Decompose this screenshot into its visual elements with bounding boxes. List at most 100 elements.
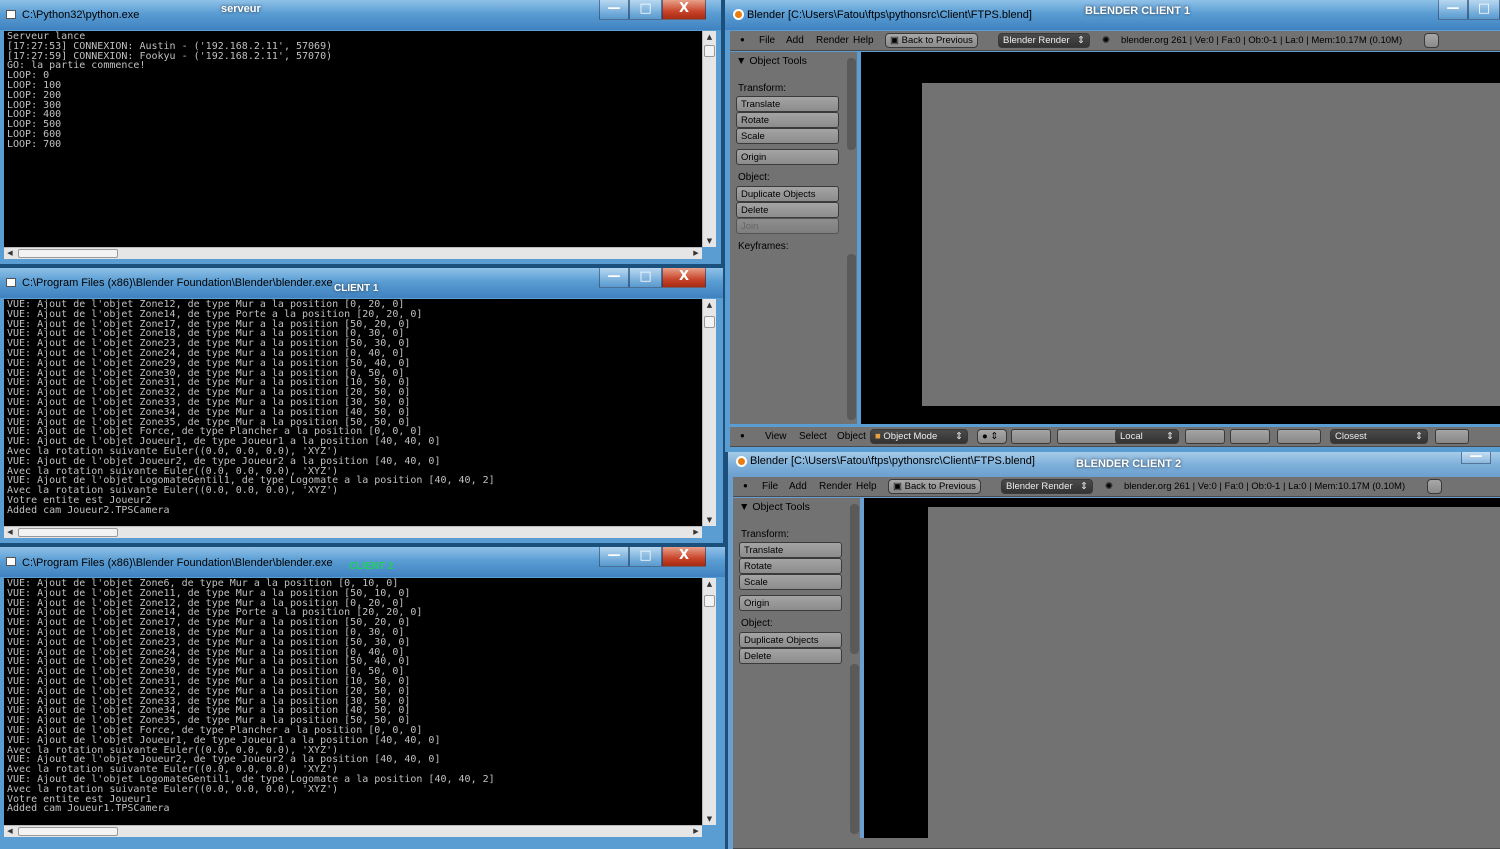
translate-button[interactable]: Translate: [739, 542, 842, 558]
scroll-up-icon[interactable]: ▲: [703, 299, 716, 311]
blender1-game-view[interactable]: [922, 83, 1500, 406]
render-engine-select[interactable]: Blender Render ⇕: [1001, 479, 1093, 494]
scroll-down-icon[interactable]: ▼: [703, 514, 716, 526]
menu-file[interactable]: File: [759, 35, 775, 46]
minimize-button[interactable]: —: [1461, 452, 1491, 464]
layers-grid-icon[interactable]: [1230, 429, 1270, 444]
panel-scrollbar[interactable]: [847, 254, 856, 420]
orientation-select[interactable]: Local ⇕: [1115, 429, 1179, 444]
translate-button[interactable]: Translate: [736, 96, 839, 112]
fullscreen-icon[interactable]: [1424, 33, 1439, 48]
menu-view[interactable]: View: [765, 431, 787, 442]
scroll-left-icon[interactable]: ◀: [4, 826, 16, 837]
menu-render[interactable]: Render: [819, 481, 852, 492]
rotate-button[interactable]: Rotate: [739, 558, 842, 574]
blender2-titlebar[interactable]: Blender [C:\Users\Fatou\ftps\pythonsrc\C…: [728, 452, 1500, 477]
proportional-edit-icon[interactable]: [1277, 429, 1321, 444]
menu-add[interactable]: Add: [789, 481, 807, 492]
client1-vscroll[interactable]: ▲ ▼: [702, 299, 716, 526]
server-titlebar[interactable]: C:\Python32\python.exe serveur — □ X: [0, 0, 721, 30]
maximize-button[interactable]: □: [629, 0, 662, 20]
mode-select[interactable]: ■ Object Mode ⇕: [870, 429, 968, 444]
layers-grid-icon[interactable]: [1185, 429, 1225, 444]
maximize-button[interactable]: □: [1468, 0, 1500, 20]
panel-title[interactable]: ▼ Object Tools: [736, 55, 807, 67]
blender1-titlebar[interactable]: Blender [C:\Users\Fatou\ftps\pythonsrc\C…: [725, 0, 1500, 30]
updown-icon: ⇕: [1077, 35, 1085, 46]
minimize-button[interactable]: —: [1438, 0, 1468, 20]
panel-scrollbar[interactable]: [847, 58, 856, 150]
scroll-right-icon[interactable]: ▶: [690, 248, 702, 259]
close-button[interactable]: X: [662, 0, 706, 20]
delete-button[interactable]: Delete: [736, 202, 839, 218]
scale-button[interactable]: Scale: [739, 574, 842, 590]
duplicate-objects-button[interactable]: Duplicate Objects: [736, 186, 839, 202]
duplicate-objects-button[interactable]: Duplicate Objects: [739, 632, 842, 648]
menu-file[interactable]: File: [762, 481, 778, 492]
menu-object[interactable]: Object: [837, 431, 866, 442]
updown-icon: ⇕: [1166, 431, 1174, 442]
menu-help[interactable]: Help: [853, 35, 874, 46]
menu-help[interactable]: Help: [856, 481, 877, 492]
blender-info-icon: ✺: [1102, 35, 1110, 46]
server-hscroll[interactable]: ◀ ▶: [4, 247, 702, 259]
client2-hscroll[interactable]: ◀ ▶: [4, 825, 702, 837]
maximize-button[interactable]: □: [629, 547, 662, 567]
editor-type-icon[interactable]: ●: [740, 35, 745, 44]
delete-button[interactable]: Delete: [739, 648, 842, 664]
pivot-icon[interactable]: [1011, 429, 1051, 444]
blender1-window[interactable]: Blender [C:\Users\Fatou\ftps\pythonsrc\C…: [725, 0, 1500, 452]
updown-icon: ⇕: [1080, 481, 1088, 492]
scroll-thumb[interactable]: [704, 595, 715, 607]
client2-vscroll[interactable]: ▲ ▼: [702, 578, 716, 825]
scroll-right-icon[interactable]: ▶: [690, 826, 702, 837]
render-icons[interactable]: [1435, 429, 1469, 444]
panel-scrollbar[interactable]: [850, 664, 859, 834]
snap-target-select[interactable]: Closest ⇕: [1330, 429, 1428, 444]
close-button[interactable]: X: [662, 547, 706, 567]
hscroll-thumb[interactable]: [18, 528, 118, 537]
server-vscroll[interactable]: ▲ ▼: [702, 31, 716, 247]
minimize-button[interactable]: —: [599, 0, 629, 20]
editor-type-icon[interactable]: ●: [740, 431, 745, 440]
blender2-game-view[interactable]: [928, 507, 1500, 838]
server-window[interactable]: C:\Python32\python.exe serveur — □ X Ser…: [0, 0, 721, 264]
editor-type-icon[interactable]: ●: [743, 481, 748, 490]
scroll-up-icon[interactable]: ▲: [703, 578, 716, 590]
scroll-thumb[interactable]: [704, 45, 715, 57]
scroll-down-icon[interactable]: ▼: [703, 235, 716, 247]
menu-render[interactable]: Render: [816, 35, 849, 46]
maximize-button[interactable]: □: [629, 268, 662, 288]
scroll-left-icon[interactable]: ◀: [4, 527, 16, 538]
client1-console-window[interactable]: C:\Program Files (x86)\Blender Foundatio…: [0, 268, 723, 543]
render-engine-select[interactable]: Blender Render ⇕: [998, 33, 1090, 48]
hscroll-thumb[interactable]: [18, 249, 118, 258]
menu-add[interactable]: Add: [786, 35, 804, 46]
scale-button[interactable]: Scale: [736, 128, 839, 144]
origin-button[interactable]: Origin: [739, 595, 842, 611]
back-to-previous-button[interactable]: ▣ Back to Previous: [885, 33, 978, 48]
minimize-button[interactable]: —: [599, 547, 629, 567]
screen-icon: ▣: [890, 35, 902, 46]
rotate-button[interactable]: Rotate: [736, 112, 839, 128]
viewport-shading-select[interactable]: ● ⇕: [977, 429, 1007, 444]
origin-button[interactable]: Origin: [736, 149, 839, 165]
scroll-thumb[interactable]: [704, 316, 715, 328]
scroll-down-icon[interactable]: ▼: [703, 813, 716, 825]
blender2-window[interactable]: Blender [C:\Users\Fatou\ftps\pythonsrc\C…: [728, 452, 1500, 849]
scroll-right-icon[interactable]: ▶: [690, 527, 702, 538]
back-to-previous-button[interactable]: ▣ Back to Previous: [888, 479, 981, 494]
scroll-up-icon[interactable]: ▲: [703, 31, 716, 43]
client2-titlebar[interactable]: C:\Program Files (x86)\Blender Foundatio…: [0, 547, 725, 577]
close-button[interactable]: X: [662, 268, 706, 288]
panel-title[interactable]: ▼ Object Tools: [739, 501, 810, 513]
fullscreen-icon[interactable]: [1427, 479, 1442, 494]
client2-console-window[interactable]: C:\Program Files (x86)\Blender Foundatio…: [0, 547, 725, 849]
minimize-button[interactable]: —: [599, 268, 629, 288]
client1-hscroll[interactable]: ◀ ▶: [4, 526, 702, 538]
client1-titlebar[interactable]: C:\Program Files (x86)\Blender Foundatio…: [0, 268, 723, 298]
panel-scrollbar[interactable]: [850, 504, 859, 654]
scroll-left-icon[interactable]: ◀: [4, 248, 16, 259]
menu-select[interactable]: Select: [799, 431, 827, 442]
hscroll-thumb[interactable]: [18, 827, 118, 836]
